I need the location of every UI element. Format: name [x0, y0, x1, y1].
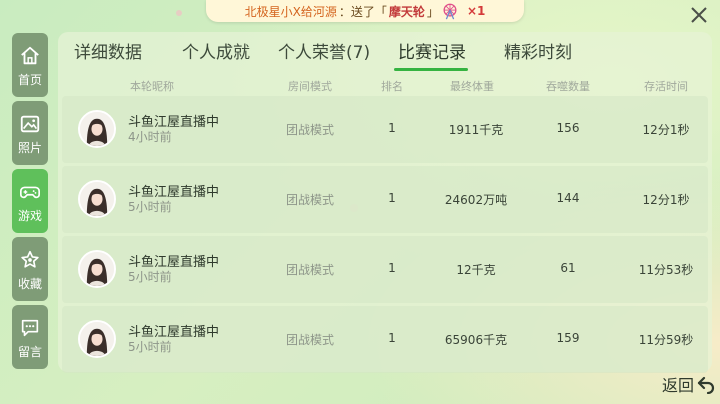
banner-sender: 北极星小X给河源 [244, 4, 337, 19]
row-rank: 1 [388, 261, 396, 275]
back-label: 返回 [661, 376, 694, 395]
avatar-portrait-icon [80, 252, 114, 286]
row-survival: 11分59秒 [638, 333, 694, 347]
banner-gift-count: ×1 [466, 4, 486, 18]
banner-message: ：送了「 [338, 4, 387, 19]
favorite-icon [21, 250, 39, 268]
row-weight: 1911千克 [448, 123, 504, 137]
sidebar-item-label: 游戏 [17, 208, 42, 223]
tab-achievements[interactable]: 个人成就 [182, 38, 250, 63]
records-panel: 详细数据 个人成就 个人荣誉(7) 比赛记录 精彩时刻 本轮昵称 房间模式 排名… [58, 32, 712, 373]
message-icon [21, 319, 39, 336]
table-row[interactable]: 斗鱼江屋直播中 5小时前 团战模式 1 65906千克 159 11分59秒 [62, 306, 708, 373]
sidebar-item-label: 照片 [17, 140, 42, 155]
active-tab-indicator [394, 68, 468, 71]
sparkle-decoration [176, 10, 182, 16]
sidebar: 首页 照片 游戏 收藏 留言 [12, 33, 48, 373]
column-header-eaten: 吞噬数量 [546, 80, 590, 93]
row-mode: 团战模式 [285, 263, 335, 277]
tab-bar: 详细数据 个人成就 个人荣誉(7) 比赛记录 精彩时刻 [58, 38, 712, 71]
sidebar-item-photos[interactable]: 照片 [12, 101, 48, 165]
row-time-ago: 4小时前 [128, 130, 172, 144]
row-mode: 团战模式 [285, 333, 335, 347]
home-icon [21, 46, 39, 64]
avatar-portrait-icon [80, 322, 114, 356]
column-header-survival: 存活时间 [644, 80, 688, 93]
tab-match-records[interactable]: 比赛记录 [398, 38, 466, 63]
avatar [78, 250, 116, 288]
row-eaten: 61 [560, 261, 576, 275]
sidebar-item-label: 留言 [17, 344, 42, 359]
tab-highlights[interactable]: 精彩时刻 [504, 38, 572, 63]
row-weight: 65906千克 [444, 333, 508, 347]
sidebar-item-label: 收藏 [17, 276, 42, 291]
row-weight: 24602万吨 [444, 193, 508, 207]
sidebar-item-messages[interactable]: 留言 [12, 305, 48, 369]
row-time-ago: 5小时前 [128, 340, 172, 354]
column-header-weight: 最终体重 [450, 80, 494, 93]
close-button[interactable] [688, 4, 710, 26]
photo-icon [20, 115, 40, 132]
row-eaten: 144 [556, 191, 580, 205]
row-rank: 1 [388, 331, 396, 345]
row-eaten: 156 [556, 121, 580, 135]
row-survival: 12分1秒 [642, 123, 690, 137]
table-row[interactable]: 斗鱼江屋直播中 5小时前 团战模式 1 12千克 61 11分53秒 [62, 236, 708, 303]
column-header-mode: 房间模式 [288, 80, 332, 93]
banner-close-quote: 」 [426, 4, 439, 19]
sidebar-item-favorites[interactable]: 收藏 [12, 237, 48, 301]
avatar-portrait-icon [80, 182, 114, 216]
back-button[interactable]: 返回 [662, 372, 716, 396]
column-header-nickname: 本轮昵称 [130, 80, 174, 93]
row-weight: 12千克 [456, 263, 496, 277]
avatar [78, 180, 116, 218]
close-icon [691, 7, 707, 23]
banner-gift-name: 摩天轮 [388, 4, 425, 19]
tab-detailed-data[interactable]: 详细数据 [74, 38, 142, 63]
row-rank: 1 [388, 191, 396, 205]
column-header-rank: 排名 [381, 80, 403, 93]
row-survival: 11分53秒 [638, 263, 694, 277]
row-rank: 1 [388, 121, 396, 135]
back-arrow-icon [697, 376, 715, 394]
row-mode: 团战模式 [285, 123, 335, 137]
ferris-wheel-icon [443, 3, 457, 20]
row-time-ago: 5小时前 [128, 270, 172, 284]
sidebar-item-home[interactable]: 首页 [12, 33, 48, 97]
gamepad-icon [20, 186, 40, 198]
gift-banner: 北极星小X给河源 ：送了「 摩天轮 」 ×1 [206, 0, 524, 22]
row-mode: 团战模式 [285, 193, 335, 207]
row-survival: 12分1秒 [642, 193, 690, 207]
row-time-ago: 5小时前 [128, 200, 172, 214]
tab-honors[interactable]: 个人荣誉(7) [278, 38, 370, 63]
sidebar-item-games[interactable]: 游戏 [12, 169, 48, 233]
row-eaten: 159 [556, 331, 580, 345]
table-row[interactable]: 斗鱼江屋直播中 4小时前 团战模式 1 1911千克 156 12分1秒 [62, 96, 708, 163]
avatar-portrait-icon [80, 112, 114, 146]
sidebar-item-label: 首页 [17, 72, 42, 87]
avatar [78, 320, 116, 358]
avatar [78, 110, 116, 148]
table-row[interactable]: 斗鱼江屋直播中 5小时前 团战模式 1 24602万吨 144 12分1秒 [62, 166, 708, 233]
